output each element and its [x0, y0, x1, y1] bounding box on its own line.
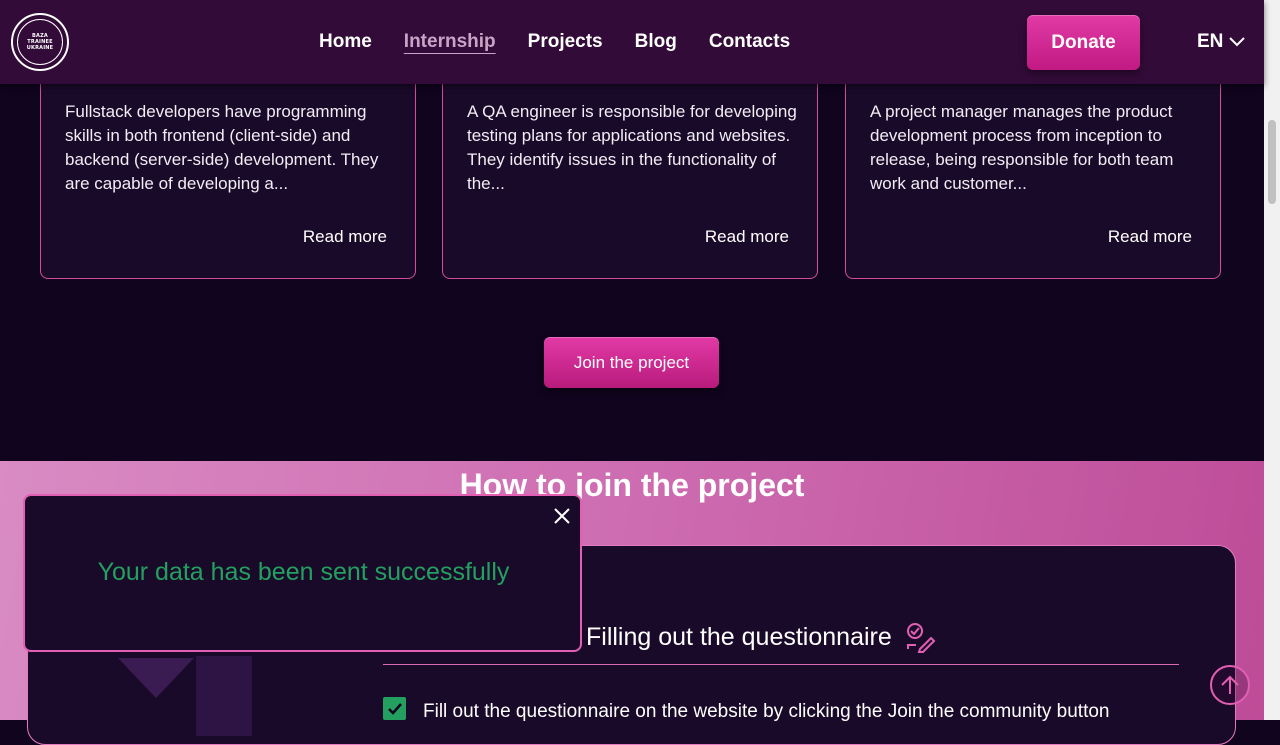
illustration-shape [118, 658, 194, 698]
scrollbar-thumb[interactable] [1268, 120, 1276, 204]
logo-text: BAZA TRAINEE UKRAINE [26, 33, 54, 51]
read-more-link[interactable]: Read more [705, 227, 789, 247]
checkbox-checked[interactable] [383, 697, 406, 720]
step-title-text: Filling out the questionnaire [586, 622, 892, 651]
checkmark-icon [387, 702, 402, 715]
toast-message: Your data has been sent successfully [97, 558, 510, 586]
scroll-to-top-button[interactable] [1210, 665, 1250, 705]
close-icon[interactable] [552, 506, 572, 526]
illustration-bar [196, 656, 252, 736]
card-description: A QA engineer is responsible for develop… [467, 102, 797, 193]
step-title: Filling out the questionnaire [586, 621, 936, 653]
arrow-up-icon [1221, 675, 1239, 694]
donate-button[interactable]: Donate [1027, 15, 1140, 70]
page-scrollbar[interactable] [1264, 0, 1280, 720]
nav-internship[interactable]: Internship [404, 31, 496, 53]
card-description: Fullstack developers have programming sk… [65, 102, 379, 193]
nav-projects[interactable]: Projects [528, 31, 603, 53]
success-toast: Your data has been sent successfully [23, 494, 582, 652]
language-selector[interactable]: EN [1197, 31, 1246, 53]
nav-blog[interactable]: Blog [635, 31, 677, 53]
logo[interactable]: BAZA TRAINEE UKRAINE [11, 13, 69, 71]
main-nav: Home Internship Projects Blog Contacts [319, 0, 822, 84]
nav-home[interactable]: Home [319, 31, 372, 53]
language-label: EN [1197, 31, 1224, 52]
join-project-button[interactable]: Join the project [544, 337, 719, 388]
site-header: BAZA TRAINEE UKRAINE Home Internship Pro… [0, 0, 1264, 84]
read-more-link[interactable]: Read more [303, 227, 387, 247]
nav-contacts[interactable]: Contacts [709, 31, 790, 53]
questionnaire-icon [906, 623, 936, 653]
step-divider [383, 664, 1179, 665]
chevron-down-icon [1229, 37, 1246, 47]
card-description: A project manager manages the product de… [870, 102, 1174, 193]
read-more-link[interactable]: Read more [1108, 227, 1192, 247]
